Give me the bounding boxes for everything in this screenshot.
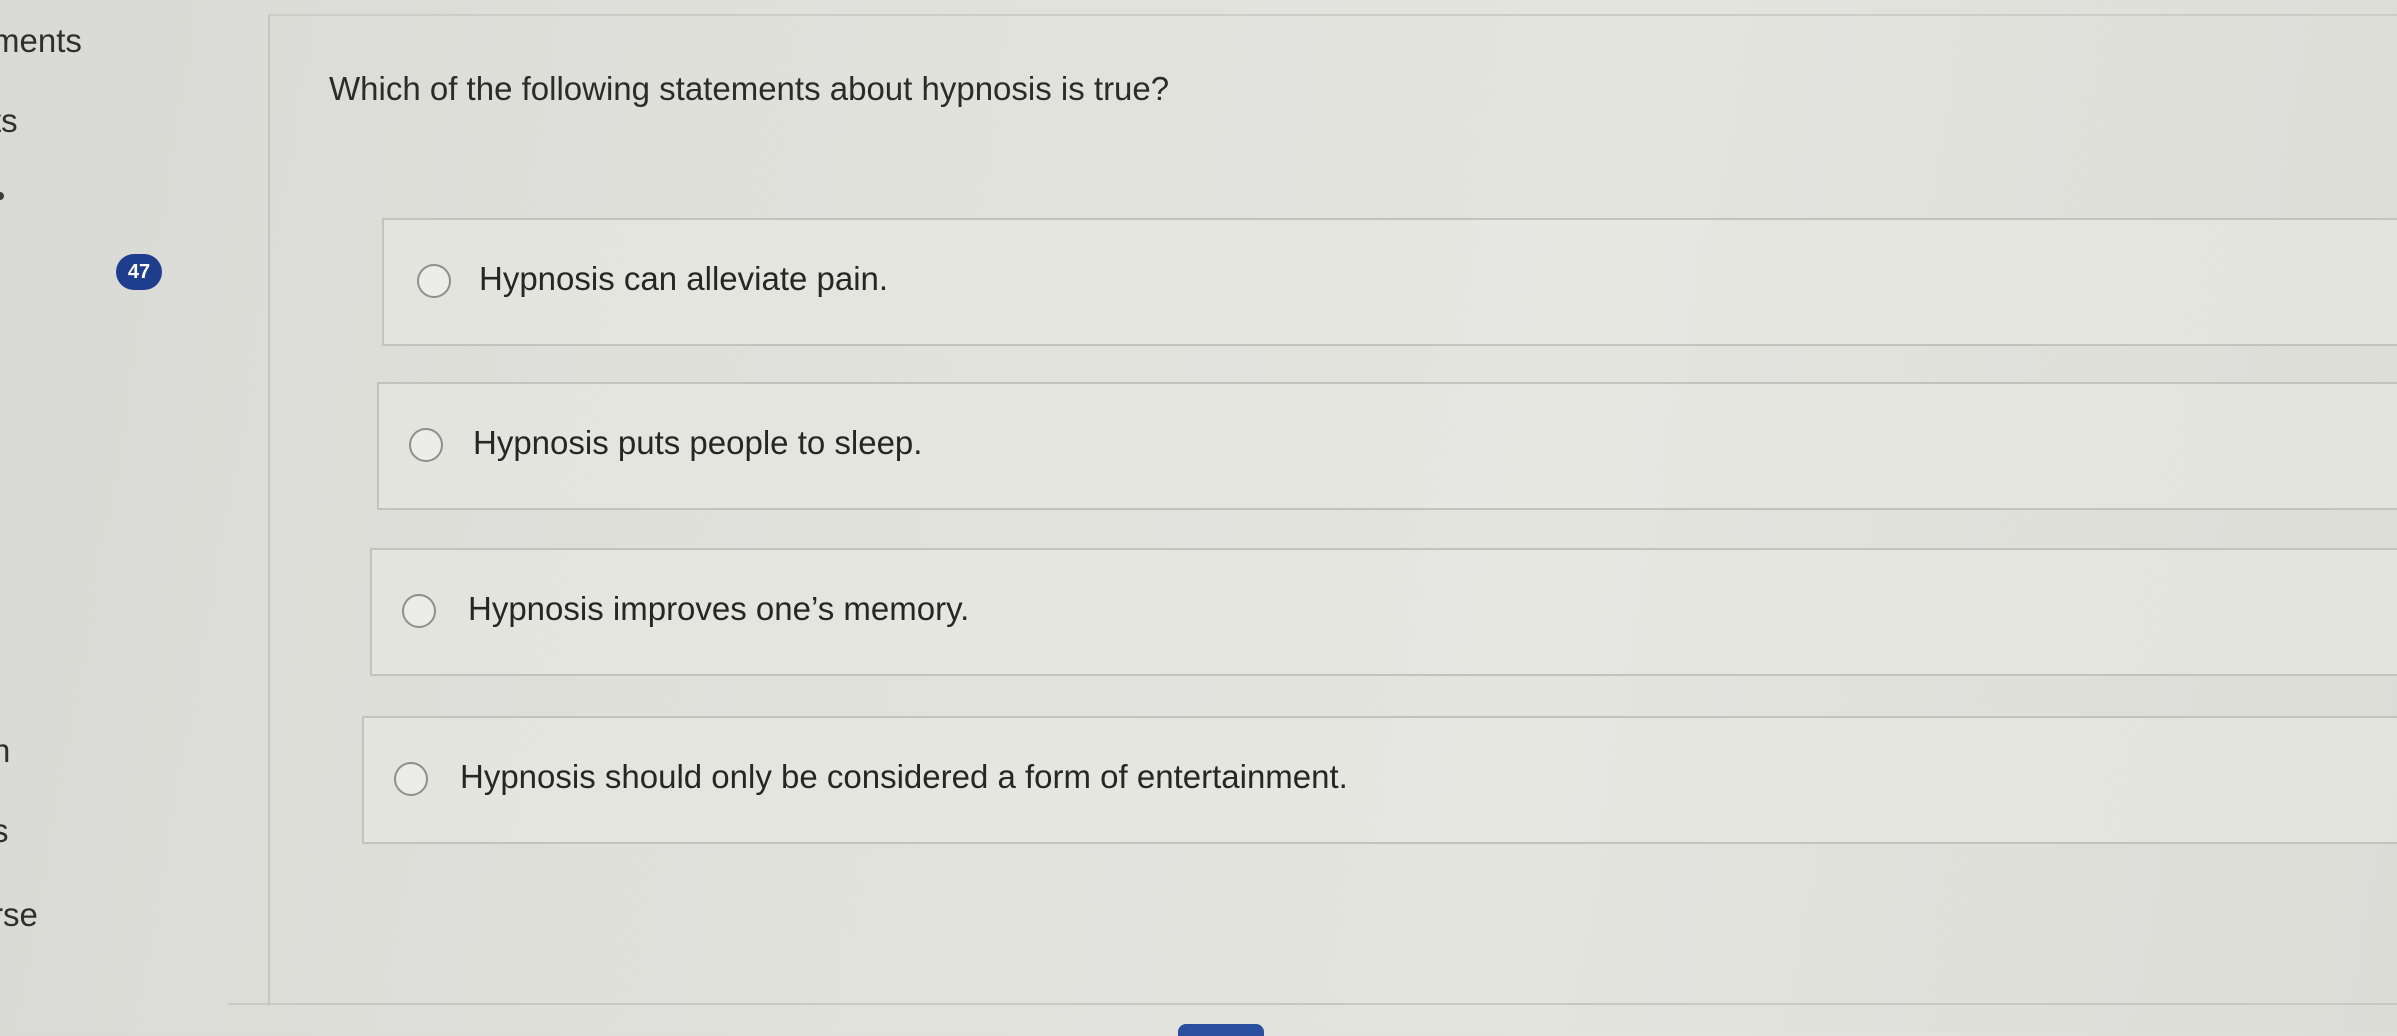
answer-option-1[interactable]: Hypnosis can alleviate pain. bbox=[382, 218, 2397, 346]
answer-option-label: Hypnosis puts people to sleep. bbox=[473, 424, 923, 461]
panel-divider bbox=[228, 1003, 2397, 1005]
nav-item-assignments[interactable]: ments bbox=[0, 22, 82, 60]
answer-option-label: Hypnosis can alleviate pain. bbox=[479, 260, 889, 297]
answer-option-4[interactable]: Hypnosis should only be considered a for… bbox=[362, 716, 2397, 844]
nav-item-course[interactable]: rse bbox=[0, 896, 38, 934]
question-number-badge: 47 bbox=[116, 254, 162, 290]
radio-button-icon[interactable] bbox=[417, 264, 451, 298]
radio-button-icon[interactable] bbox=[402, 594, 436, 628]
answer-option-label: Hypnosis should only be considered a for… bbox=[460, 758, 1348, 795]
question-prompt: Which of the following statements about … bbox=[329, 70, 1170, 107]
radio-button-icon[interactable] bbox=[394, 762, 428, 796]
radio-button-icon[interactable] bbox=[409, 428, 443, 462]
nav-item-marker bbox=[0, 192, 4, 200]
left-nav: ments ts n s rse bbox=[0, 0, 220, 1033]
nav-item-s[interactable]: s bbox=[0, 812, 9, 850]
answer-option-label: Hypnosis improves one’s memory. bbox=[468, 590, 970, 627]
next-button[interactable] bbox=[1178, 1024, 1264, 1036]
question-panel bbox=[268, 14, 2397, 1006]
nav-item-students[interactable]: ts bbox=[0, 102, 18, 140]
nav-item-n[interactable]: n bbox=[0, 732, 10, 770]
answer-option-2[interactable]: Hypnosis puts people to sleep. bbox=[377, 382, 2397, 510]
answer-option-3[interactable]: Hypnosis improves one’s memory. bbox=[370, 548, 2397, 676]
